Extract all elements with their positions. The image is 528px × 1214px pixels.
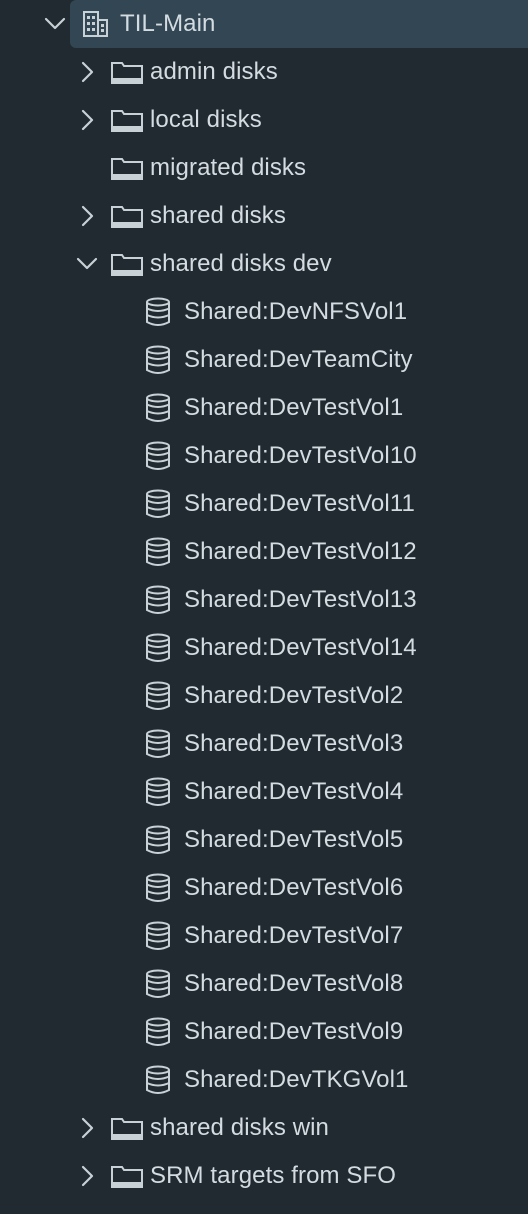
datastore-icon: [144, 537, 172, 567]
datastore-icon: [144, 489, 172, 519]
datastore-label: Shared:DevTKGVol1: [184, 1066, 409, 1093]
datastore-label: Shared:DevTestVol7: [184, 922, 404, 949]
chevron-right-icon[interactable]: [76, 205, 98, 227]
datastore-label: Shared:DevTestVol6: [184, 874, 404, 901]
chevron-right-icon[interactable]: [76, 61, 98, 83]
datastore-icon: [144, 777, 172, 807]
datastore-icon: [144, 441, 172, 471]
chevron-right-icon[interactable]: [76, 1117, 98, 1139]
datastore-label: Shared:DevTestVol11: [184, 490, 415, 517]
tree-root-row[interactable]: TIL-Main: [0, 0, 528, 48]
folder-icon: [110, 251, 144, 277]
folder-label: shared disks: [150, 202, 286, 229]
datastore-row[interactable]: Shared:DevTestVol13: [0, 576, 528, 624]
folder-icon: [110, 155, 144, 181]
datastore-row[interactable]: Shared:DevTestVol14: [0, 624, 528, 672]
datastore-icon: [144, 1065, 172, 1095]
folder-row-shared-disks-win[interactable]: shared disks win: [0, 1104, 528, 1152]
datastore-label: Shared:DevTestVol12: [184, 538, 417, 565]
datastore-label: Shared:DevTeamCity: [184, 346, 413, 373]
datastore-row[interactable]: Shared:DevTestVol3: [0, 720, 528, 768]
datastore-label: Shared:DevTestVol8: [184, 970, 404, 997]
folder-icon: [110, 1163, 144, 1189]
folder-row-local-disks[interactable]: local disks: [0, 96, 528, 144]
folder-row-shared-disks-dev[interactable]: shared disks dev: [0, 240, 528, 288]
datastore-icon: [144, 297, 172, 327]
datastore-row[interactable]: Shared:DevTestVol8: [0, 960, 528, 1008]
datastore-row[interactable]: Shared:DevTestVol4: [0, 768, 528, 816]
chevron-down-icon[interactable]: [76, 253, 98, 275]
folder-row-shared-disks[interactable]: shared disks: [0, 192, 528, 240]
tree-root-label: TIL-Main: [120, 10, 216, 37]
datastore-row[interactable]: Shared:DevTestVol5: [0, 816, 528, 864]
datastore-icon: [144, 585, 172, 615]
datastore-label: Shared:DevTestVol13: [184, 586, 417, 613]
folder-icon: [110, 1115, 144, 1141]
datastore-icon: [144, 345, 172, 375]
datastore-row[interactable]: Shared:DevTestVol1: [0, 384, 528, 432]
datastore-icon: [144, 1017, 172, 1047]
folder-label: shared disks win: [150, 1114, 330, 1141]
datastore-icon: [144, 969, 172, 999]
datastore-icon: [144, 825, 172, 855]
datastore-label: Shared:DevTestVol2: [184, 682, 404, 709]
folder-label: local disks: [150, 106, 262, 133]
datastore-row[interactable]: Shared:DevTestVol12: [0, 528, 528, 576]
chevron-down-icon[interactable]: [44, 13, 66, 35]
datastore-label: Shared:DevNFSVol1: [184, 298, 408, 325]
datastore-row[interactable]: Shared:DevTestVol2: [0, 672, 528, 720]
datastore-label: Shared:DevTestVol9: [184, 1018, 404, 1045]
inventory-tree: TIL-Main admin disks local disks migrate…: [0, 0, 528, 1214]
datastore-label: Shared:DevTestVol10: [184, 442, 417, 469]
folder-icon: [110, 59, 144, 85]
folder-row-srm-targets[interactable]: SRM targets from SFO: [0, 1152, 528, 1200]
datastore-row[interactable]: Shared:DevTestVol10: [0, 432, 528, 480]
datastore-icon: [144, 873, 172, 903]
folder-row-migrated-disks[interactable]: migrated disks: [0, 144, 528, 192]
datastore-label: Shared:DevTestVol14: [184, 634, 417, 661]
datastore-label: Shared:DevTestVol3: [184, 730, 404, 757]
datastore-row[interactable]: Shared:DevNFSVol1: [0, 288, 528, 336]
folder-label: shared disks dev: [150, 250, 332, 277]
datastore-label: Shared:DevTestVol5: [184, 826, 404, 853]
folder-label: migrated disks: [150, 154, 307, 181]
chevron-right-icon[interactable]: [76, 109, 98, 131]
datastore-row[interactable]: Shared:DevTestVol6: [0, 864, 528, 912]
caret-spacer: [76, 157, 98, 179]
datastore-row[interactable]: Shared:DevTestVol11: [0, 480, 528, 528]
chevron-right-icon[interactable]: [76, 1165, 98, 1187]
datastore-icon: [144, 681, 172, 711]
folder-icon: [110, 203, 144, 229]
datastore-icon: [144, 393, 172, 423]
folder-label: admin disks: [150, 58, 278, 85]
datastore-label: Shared:DevTestVol1: [184, 394, 404, 421]
datastore-icon: [144, 921, 172, 951]
datastore-row[interactable]: Shared:DevTeamCity: [0, 336, 528, 384]
datastore-icon: [144, 729, 172, 759]
datastore-label: Shared:DevTestVol4: [184, 778, 404, 805]
datastore-icon: [144, 633, 172, 663]
datacenter-icon: [80, 9, 110, 39]
datastore-row[interactable]: Shared:DevTestVol9: [0, 1008, 528, 1056]
folder-label: SRM targets from SFO: [150, 1162, 397, 1189]
folder-row-admin-disks[interactable]: admin disks: [0, 48, 528, 96]
datastore-row[interactable]: Shared:DevTKGVol1: [0, 1056, 528, 1104]
datastore-row[interactable]: Shared:DevTestVol7: [0, 912, 528, 960]
folder-icon: [110, 107, 144, 133]
